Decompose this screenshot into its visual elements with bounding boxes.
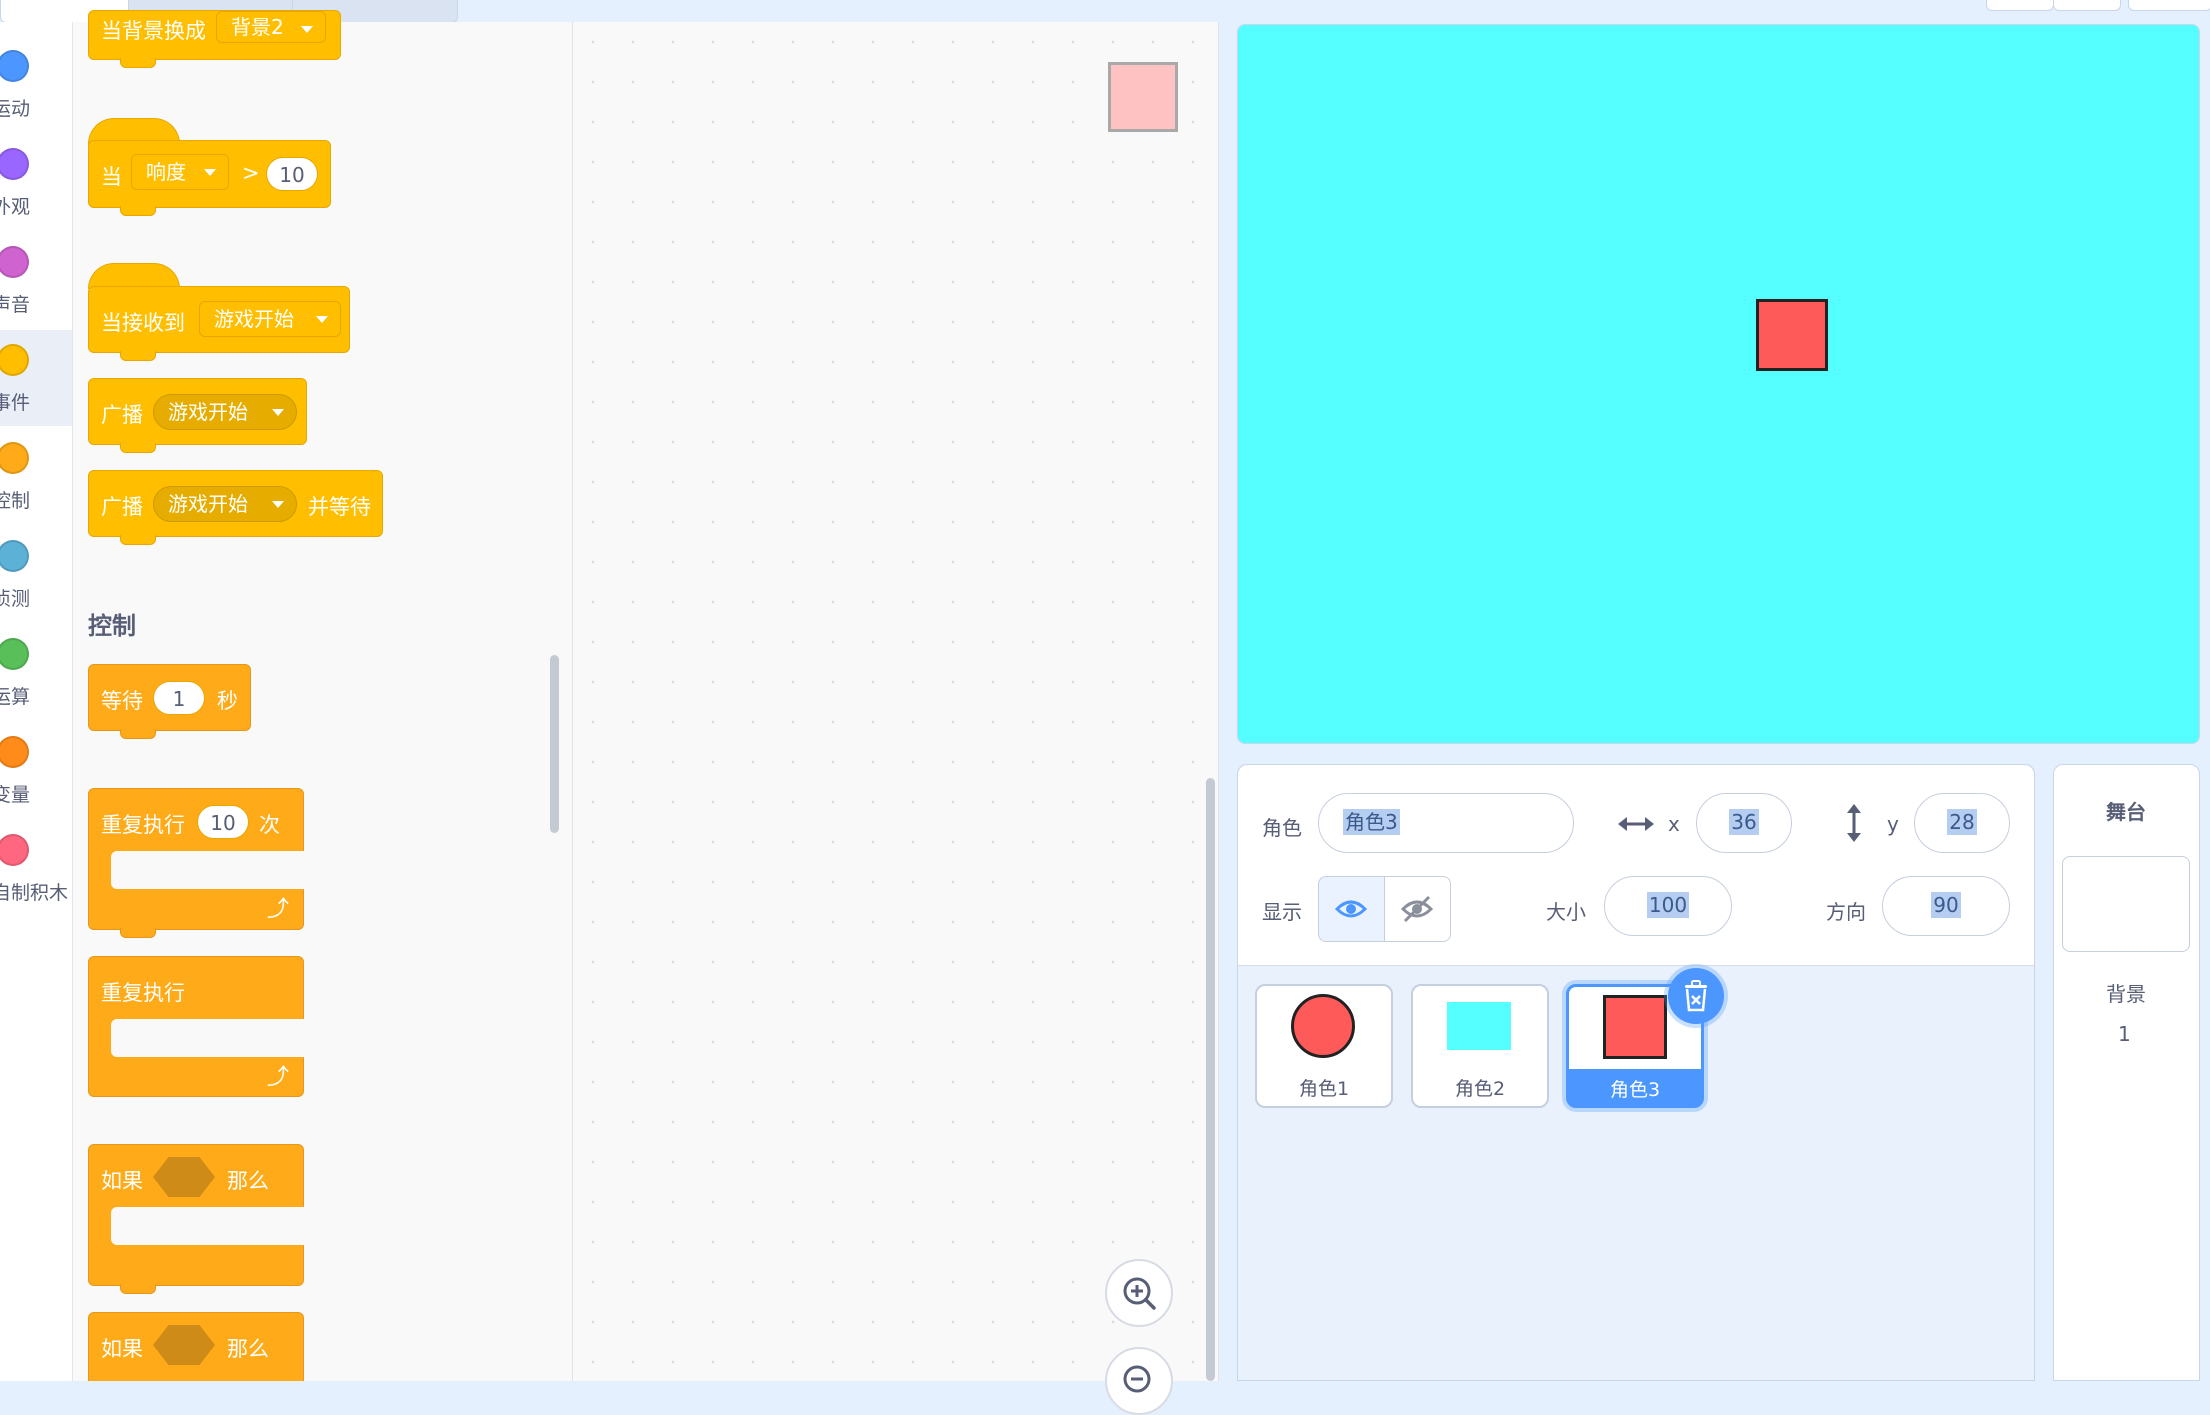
block-notch	[120, 58, 156, 68]
direction-input[interactable]: 90	[1882, 876, 2010, 936]
show-label: 显示	[1262, 900, 1302, 924]
loudness-value-input[interactable]: 10	[266, 157, 318, 191]
category-operators[interactable]: 运算	[0, 624, 72, 720]
delete-sprite-button[interactable]	[1668, 968, 1724, 1024]
zoom-in-icon	[1123, 1277, 1156, 1310]
category-my-blocks[interactable]: 自制积木	[0, 820, 72, 916]
block-repeat[interactable]: 重复执行 10 次 ⤴	[88, 788, 305, 930]
condition-slot[interactable]	[153, 1325, 215, 1365]
block-when-loudness[interactable]: 当 响度 > 10	[88, 140, 331, 208]
workspace-scrollbar[interactable]	[1206, 778, 1215, 1381]
sprite-thumbnail-ghost	[1108, 62, 1178, 132]
category-looks[interactable]: 外观	[0, 134, 72, 230]
backdrop-count: 1	[2118, 1022, 2131, 1046]
category-control[interactable]: 控制	[0, 428, 72, 524]
sensing-icon	[0, 540, 29, 572]
zoom-in-button[interactable]	[1105, 1259, 1173, 1327]
sprite-1-thumbnail	[1291, 994, 1355, 1058]
category-events[interactable]: 事件	[0, 330, 72, 426]
repeat-slot	[111, 851, 305, 889]
block-notch	[120, 1284, 156, 1294]
block-notch	[120, 928, 156, 938]
stage-small-mode-button[interactable]	[1986, 0, 2054, 11]
repeat-count-input[interactable]: 10	[197, 805, 249, 839]
size-label: 大小	[1546, 900, 1586, 924]
sprite-3-thumbnail	[1603, 995, 1667, 1059]
block-if-then-else[interactable]: 如果 那么	[88, 1312, 304, 1381]
broadcast-wait-message-dropdown[interactable]: 游戏开始	[153, 486, 297, 522]
sprite-2-thumbnail	[1447, 1002, 1511, 1050]
block-notch	[120, 443, 156, 453]
my-blocks-icon	[0, 834, 29, 866]
hide-button[interactable]	[1384, 876, 1451, 942]
eye-slash-icon	[1400, 895, 1434, 923]
block-notch	[120, 535, 156, 545]
backdrop-dropdown[interactable]: 背景2	[216, 11, 326, 43]
sensor-dropdown[interactable]: 响度	[131, 154, 229, 190]
sprite-name-label: 角色	[1262, 816, 1302, 840]
fullscreen-button[interactable]	[2128, 0, 2210, 11]
events-icon	[0, 344, 29, 376]
operators-icon	[0, 638, 29, 670]
category-sound[interactable]: 声音	[0, 232, 72, 328]
block-forever[interactable]: 重复执行 ⤴	[88, 956, 305, 1097]
category-variables[interactable]: 变量	[0, 722, 72, 818]
backdrop-label: 背景	[2106, 982, 2146, 1006]
sound-icon	[0, 246, 29, 278]
y-label: y	[1887, 812, 1899, 836]
category-motion[interactable]: 运动	[0, 36, 72, 132]
category-sensing[interactable]: 侦测	[0, 526, 72, 622]
control-icon	[0, 442, 29, 474]
block-broadcast[interactable]: 广播 游戏开始	[88, 378, 307, 445]
eye-icon	[1334, 900, 1368, 918]
block-broadcast-and-wait[interactable]: 广播 游戏开始 并等待	[88, 470, 383, 537]
forever-slot	[111, 1019, 305, 1057]
zoom-out-button[interactable]	[1105, 1347, 1173, 1415]
horizontal-arrows-icon	[1618, 817, 1654, 831]
stage-thumbnail[interactable]	[2062, 856, 2190, 952]
if-slot	[111, 1207, 305, 1245]
stage-title: 舞台	[2106, 800, 2146, 824]
x-input[interactable]: 36	[1696, 793, 1792, 853]
block-notch	[120, 351, 156, 361]
size-input[interactable]: 100	[1604, 876, 1732, 936]
palette-scrollbar[interactable]	[550, 655, 559, 833]
sprite-tile-1[interactable]: 角色1	[1255, 984, 1393, 1108]
control-section-title: 控制	[88, 612, 136, 640]
x-label: x	[1668, 812, 1680, 836]
trash-icon	[1685, 980, 1707, 1012]
stage-canvas[interactable]	[1237, 24, 2200, 744]
category-menu: 运动 外观 声音 事件 控制 侦测 运算 变量 自制积木	[0, 22, 73, 1381]
show-button[interactable]	[1318, 876, 1385, 942]
direction-label: 方向	[1826, 900, 1866, 924]
message-dropdown[interactable]: 游戏开始	[199, 301, 341, 337]
code-workspace[interactable]	[573, 22, 1219, 1381]
looks-icon	[0, 148, 29, 180]
loop-arrow-icon: ⤴	[267, 897, 290, 922]
sprite-tile-2[interactable]: 角色2	[1411, 984, 1549, 1108]
broadcast-message-dropdown[interactable]: 游戏开始	[153, 394, 297, 430]
sprite-name-input[interactable]: 角色3	[1318, 793, 1574, 853]
vertical-arrows-icon	[1847, 804, 1861, 842]
zoom-out-icon	[1123, 1365, 1151, 1393]
y-input[interactable]: 28	[1914, 793, 2010, 853]
stage-normal-mode-button[interactable]	[2053, 0, 2121, 11]
block-notch	[120, 206, 156, 216]
block-wait[interactable]: 等待 1 秒	[88, 664, 251, 731]
wait-seconds-input[interactable]: 1	[153, 681, 205, 715]
loop-arrow-icon: ⤴	[267, 1065, 290, 1090]
block-notch	[120, 729, 156, 739]
block-when-backdrop-switches[interactable]: 当背景换成 背景2	[88, 10, 341, 60]
block-when-i-receive[interactable]: 当接收到 游戏开始	[88, 286, 350, 353]
block-if-then[interactable]: 如果 那么	[88, 1144, 305, 1286]
stage-sprite-square[interactable]	[1756, 299, 1828, 371]
motion-icon	[0, 50, 29, 82]
variables-icon	[0, 736, 29, 768]
condition-slot[interactable]	[153, 1157, 215, 1197]
